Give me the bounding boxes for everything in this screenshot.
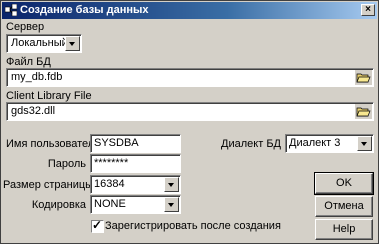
client-lib-value: gds32.dll — [11, 105, 56, 117]
ok-button[interactable]: OK — [314, 172, 374, 195]
password-value: ******** — [94, 157, 129, 169]
dialect-value: Диалект 3 — [289, 137, 341, 149]
page-size-select[interactable]: 16384 — [90, 175, 181, 194]
username-value: SYSDBA — [94, 137, 139, 149]
close-button[interactable]: × — [361, 4, 375, 16]
open-folder-icon — [356, 107, 371, 117]
encoding-dropdown-button[interactable] — [164, 197, 179, 212]
dialect-label: Диалект БД — [221, 138, 281, 150]
server-label: Сервер — [6, 21, 45, 33]
encoding-select[interactable]: NONE — [90, 195, 181, 214]
client-lib-browse-button[interactable] — [355, 104, 372, 119]
open-folder-icon — [356, 73, 371, 83]
db-file-value: my_db.fdb — [11, 71, 63, 83]
chevron-down-icon — [168, 203, 174, 207]
chevron-down-icon — [69, 42, 75, 46]
encoding-value: NONE — [94, 198, 126, 210]
title-bar[interactable]: Создание базы данных × — [2, 2, 377, 19]
dialect-select[interactable]: Диалект 3 — [285, 134, 374, 153]
encoding-label: Кодировка — [31, 199, 86, 211]
chevron-down-icon — [168, 183, 174, 187]
create-database-dialog: Создание базы данных × Сервер Локальный … — [0, 0, 379, 244]
db-file-browse-button[interactable] — [355, 70, 372, 85]
server-value: Локальный — [11, 37, 68, 49]
window-title: Создание базы данных — [20, 4, 149, 16]
server-dropdown-button[interactable] — [65, 36, 80, 51]
register-label[interactable]: Зарегистрировать после создания — [105, 220, 281, 233]
username-input[interactable]: SYSDBA — [90, 134, 181, 153]
help-button[interactable]: Help — [315, 219, 373, 240]
page-size-label: Размер страницы БД — [3, 179, 111, 191]
dialect-dropdown-button[interactable] — [357, 136, 372, 151]
client-lib-input[interactable]: gds32.dll — [6, 102, 374, 121]
username-label: Имя пользователя — [6, 138, 101, 150]
cancel-button[interactable]: Отмена — [315, 196, 373, 217]
register-checkbox[interactable]: ✓ — [91, 218, 104, 233]
password-label: Пароль — [47, 158, 86, 170]
server-select[interactable]: Локальный — [6, 34, 82, 53]
chevron-down-icon — [361, 142, 367, 146]
page-size-value: 16384 — [94, 178, 125, 190]
checkmark-icon: ✓ — [92, 218, 103, 232]
password-input[interactable]: ******** — [90, 154, 181, 173]
db-file-input[interactable]: my_db.fdb — [6, 68, 374, 87]
page-size-dropdown-button[interactable] — [164, 177, 179, 192]
close-icon: × — [365, 4, 371, 15]
database-app-icon — [5, 4, 17, 16]
